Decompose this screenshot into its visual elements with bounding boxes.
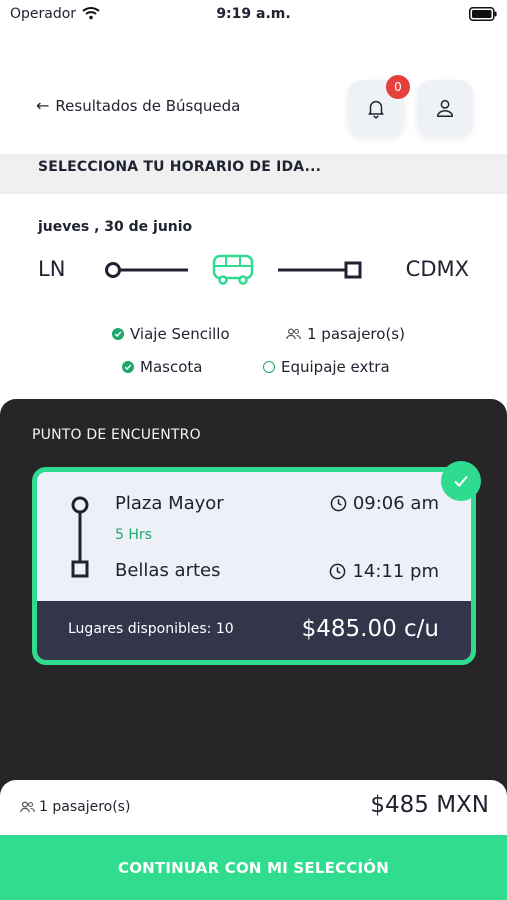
profile-button[interactable] xyxy=(417,80,473,136)
seats-available: Lugares disponibles: 10 xyxy=(68,621,234,637)
back-label: Resultados de Búsqueda xyxy=(55,96,241,115)
summary-passengers-label: 1 pasajero(s) xyxy=(39,799,131,815)
option-passengers: 1 pasajero(s) xyxy=(286,325,405,343)
meeting-point-title: PUNTO DE ENCUENTRO xyxy=(32,427,201,443)
user-icon xyxy=(436,99,454,117)
trip-date: jueves , 30 de junio xyxy=(38,219,193,235)
option-mascota[interactable]: Mascota xyxy=(122,358,202,376)
option-label: Equipaje extra xyxy=(281,358,390,376)
departure-time: 09:06 am xyxy=(330,493,439,514)
people-icon xyxy=(20,801,35,813)
stops-connector xyxy=(71,496,89,578)
option-label: 1 pasajero(s) xyxy=(307,325,405,343)
bus-icon xyxy=(212,254,254,285)
total-price: $485 MXN xyxy=(370,792,489,818)
bell-icon xyxy=(368,100,384,119)
empty-circle-icon xyxy=(263,361,275,373)
option-label: Viaje Sencillo xyxy=(130,325,230,343)
route-line xyxy=(105,254,362,285)
origin-code: LN xyxy=(38,257,66,281)
origin-stop: Plaza Mayor xyxy=(115,493,224,514)
trip-duration: 5 Hrs xyxy=(115,527,152,543)
check-circle-icon xyxy=(122,361,134,373)
clock-icon xyxy=(330,563,346,580)
option-viaje-sencillo[interactable]: Viaje Sencillo xyxy=(112,325,230,343)
people-icon xyxy=(286,328,301,340)
arrival-time: 14:11 pm xyxy=(329,561,439,582)
section-title: SELECCIONA TU HORARIO DE IDA... xyxy=(0,154,507,194)
battery-icon xyxy=(469,7,497,21)
destination-stop: Bellas artes xyxy=(115,560,221,581)
continue-button[interactable]: CONTINUAR CON MI SELECCIÓN xyxy=(0,835,507,900)
destination-code: CDMX xyxy=(405,257,469,281)
arrival-time-label: 14:11 pm xyxy=(352,561,439,582)
status-bar: Operador 9:19 a.m. xyxy=(0,0,507,30)
departure-time-label: 09:06 am xyxy=(352,493,439,514)
check-circle-icon xyxy=(112,328,124,340)
option-label: Mascota xyxy=(140,358,203,376)
notification-badge: 0 xyxy=(386,75,410,99)
option-equipaje-extra[interactable]: Equipaje extra xyxy=(263,358,390,376)
status-time: 9:19 a.m. xyxy=(216,6,291,22)
selected-check-icon xyxy=(441,461,481,501)
unit-price: $485.00 c/u xyxy=(301,616,439,642)
back-link[interactable]: ← Resultados de Búsqueda xyxy=(36,96,240,115)
summary-passengers: 1 pasajero(s) xyxy=(20,799,130,815)
clock-icon xyxy=(330,495,347,512)
arrow-left-icon: ← xyxy=(36,96,50,115)
